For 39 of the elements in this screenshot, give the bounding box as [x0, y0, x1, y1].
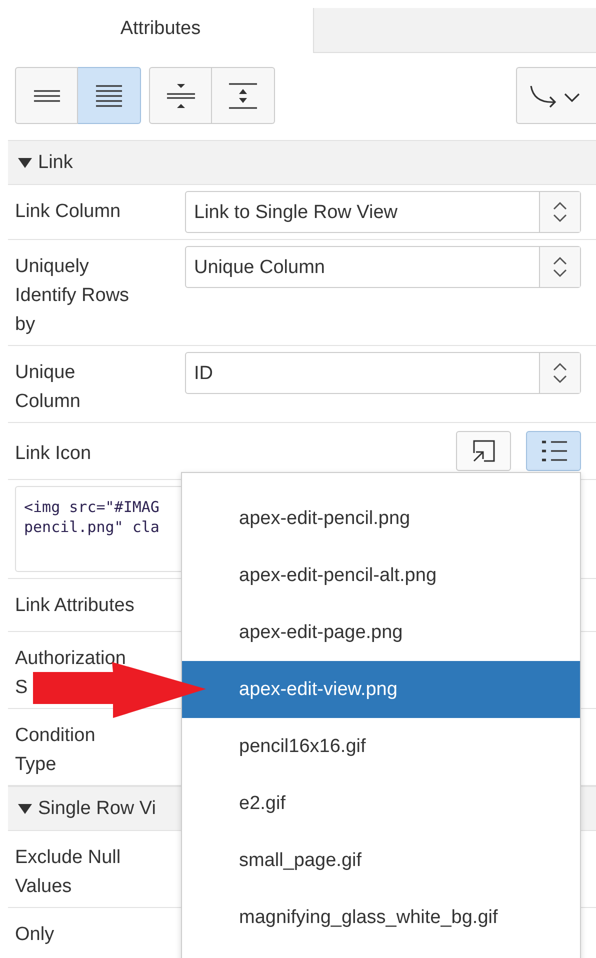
expand-button[interactable]	[212, 67, 275, 124]
menu-item[interactable]: pencil16x16.gif	[182, 718, 580, 775]
field-label: Authorization S	[15, 647, 127, 700]
lines-dense-button[interactable]	[78, 67, 141, 124]
menu-item[interactable]: apex-edit-view.png	[182, 661, 580, 718]
lines-icon	[34, 88, 60, 102]
select-field[interactable]: Unique Column	[185, 246, 581, 288]
up-down-icon	[552, 255, 568, 279]
field-label: Uniquely Identify Rows by	[15, 255, 130, 337]
select-field[interactable]: Link to Single Row View	[185, 191, 581, 233]
triangle-icon	[18, 802, 32, 814]
menu-item[interactable]: apex-edit-page.png	[182, 604, 580, 661]
menu-item[interactable]: apex-edit-pencil.png	[182, 490, 580, 547]
lines-icon	[96, 84, 122, 108]
lines-sparse-button[interactable]	[15, 67, 78, 124]
popup-icon	[472, 439, 496, 463]
up-down-icon	[552, 361, 568, 385]
triangle-icon	[18, 156, 32, 168]
popup-button[interactable]	[456, 431, 511, 471]
up-down-icon	[552, 200, 568, 224]
field-label: Link Attributes	[15, 594, 136, 618]
collapse-icon	[166, 82, 194, 108]
field-label: Link Icon	[15, 442, 92, 466]
list-button[interactable]	[526, 431, 581, 471]
field-label: Exclude Null Values	[15, 846, 122, 899]
expand-icon	[229, 82, 257, 108]
menu-item[interactable]: e2.gif	[182, 775, 580, 832]
field-label: Link Column	[15, 200, 122, 224]
list-icon	[540, 439, 566, 463]
menu-item[interactable]: magnifying_glass_white_bg.gif	[182, 889, 580, 946]
section-header[interactable]: Link	[8, 140, 596, 185]
collapse-button[interactable]	[149, 67, 212, 124]
menu-button[interactable]	[516, 67, 596, 124]
field-label: Condition Type	[15, 724, 96, 777]
menu-item[interactable]: small_page.gif	[182, 832, 580, 889]
field-label: Only	[15, 923, 56, 947]
menu-item[interactable]: apex-edit-pencil-alt.png	[182, 547, 580, 604]
field-label: Unique Column	[15, 361, 82, 414]
select-field[interactable]: ID	[185, 352, 581, 394]
